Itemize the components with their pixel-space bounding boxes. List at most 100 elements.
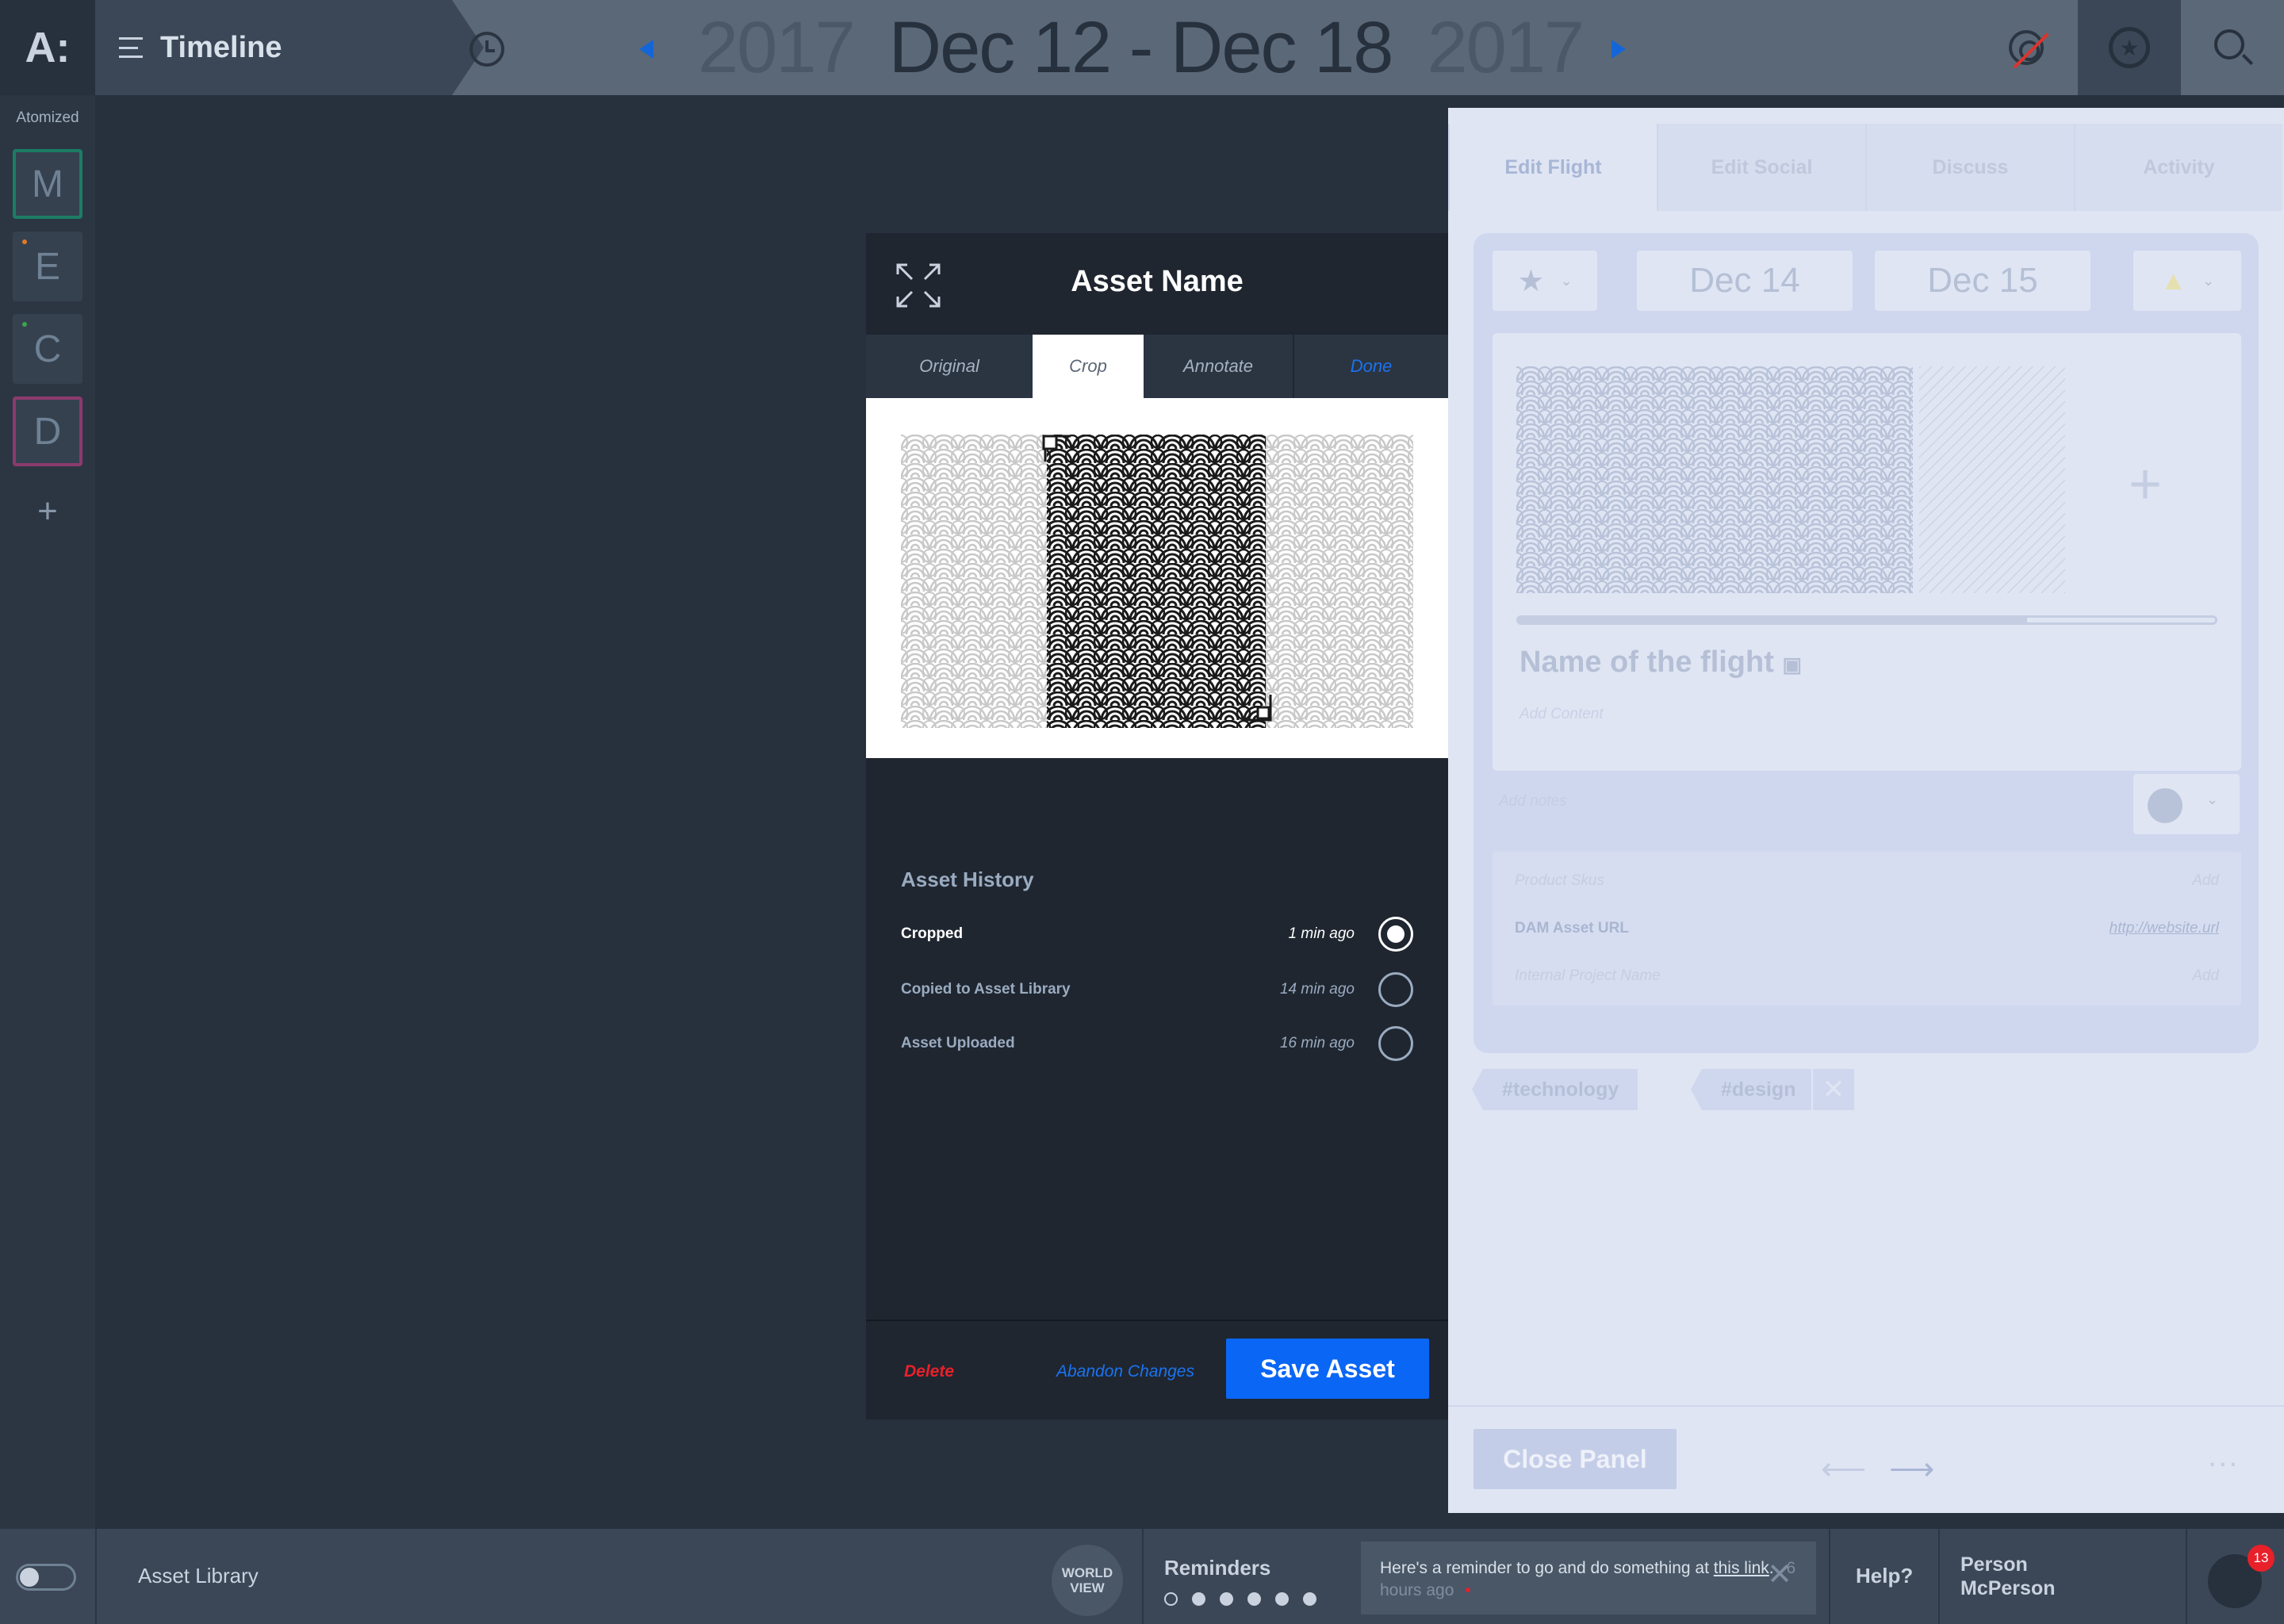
prev-arrow-icon[interactable]: ⟵ <box>1821 1451 1866 1488</box>
pager-dot[interactable] <box>1220 1592 1233 1606</box>
end-date-field[interactable]: Dec 15 <box>1875 251 2090 311</box>
search-button[interactable] <box>2181 0 2284 95</box>
divider <box>1142 1529 1144 1624</box>
tag-design[interactable]: #design <box>1690 1069 1815 1110</box>
asset-editor-modal: Asset Name Original Crop Annotate Done A… <box>866 233 1448 1419</box>
top-right-actions: ★ <box>1975 0 2284 95</box>
reminder-link[interactable]: this link <box>1714 1559 1769 1577</box>
asset-history-title: Asset History <box>901 868 1034 891</box>
avatar <box>2148 788 2182 823</box>
flight-card: ★ ⌄ Dec 14 Dec 15 ▲ ⌄ + Name of the flig… <box>1473 233 2259 1053</box>
pager-dot[interactable] <box>1164 1592 1178 1606</box>
flight-asset-thumbnails[interactable] <box>1516 366 2068 596</box>
flight-name-text: Name of the flight <box>1519 645 1774 679</box>
history-time: 14 min ago <box>1279 981 1355 998</box>
field-value[interactable]: Add <box>2192 872 2219 890</box>
prev-week-icon[interactable] <box>639 40 653 59</box>
history-item-uploaded[interactable]: Asset Uploaded 16 min ago <box>901 1025 1413 1063</box>
filter-toggle[interactable] <box>1975 0 2078 95</box>
divider <box>2186 1529 2187 1624</box>
history-time: 1 min ago <box>1288 925 1355 942</box>
flight-fields: Product Skus Add DAM Asset URL http://webs… <box>1493 852 2241 1005</box>
workspace-c[interactable]: C <box>13 314 82 384</box>
done-button[interactable]: Done <box>1294 335 1448 398</box>
history-icon[interactable] <box>469 32 504 67</box>
user-name[interactable]: Person McPerson <box>1960 1553 2055 1600</box>
flight-meta-row: ★ ⌄ Dec 14 Dec 15 ▲ ⌄ <box>1493 251 2241 311</box>
field-dam-asset-url[interactable]: DAM Asset URL http://website.url <box>1515 920 2219 937</box>
asset-library-link[interactable]: Asset Library <box>138 1564 259 1588</box>
history-item-copied[interactable]: Copied to Asset Library 14 min ago <box>901 971 1413 1009</box>
tab-crop[interactable]: Crop <box>1033 335 1144 398</box>
flight-content: + Name of the flight ▣ Add Content <box>1493 333 2241 771</box>
week-range: Dec 12 - Dec 18 <box>888 6 1394 88</box>
abandon-changes-button[interactable]: Abandon Changes <box>1056 1362 1194 1381</box>
tab-annotate[interactable]: Annotate <box>1144 335 1294 398</box>
tab-edit-flight[interactable]: Edit Flight <box>1448 124 1657 211</box>
workspace-e[interactable]: E <box>13 232 82 301</box>
next-week-icon[interactable] <box>1611 40 1626 59</box>
world-view-button[interactable]: WORLD VIEW <box>1052 1545 1123 1616</box>
star-badge-icon: ★ <box>2109 27 2150 68</box>
next-arrow-icon[interactable]: ⟶ <box>1889 1451 1934 1488</box>
priority-dropdown[interactable]: ▲ ⌄ <box>2133 251 2241 311</box>
start-year: 2017 <box>698 6 856 88</box>
asset-title: Asset Name <box>1071 265 1244 298</box>
assignee-dropdown[interactable]: ⌄ <box>2133 774 2240 834</box>
flight-name[interactable]: Name of the flight ▣ <box>1519 645 1802 680</box>
org-name: Atomized <box>16 109 79 126</box>
pager-dot[interactable] <box>1247 1592 1261 1606</box>
tab-activity[interactable]: Activity <box>2074 124 2282 211</box>
delete-button[interactable]: Delete <box>904 1362 954 1381</box>
add-content-field[interactable]: Add Content <box>1519 706 1604 723</box>
workspace-d[interactable]: D <box>13 396 82 466</box>
start-date-field[interactable]: Dec 14 <box>1637 251 1853 311</box>
add-notes-field[interactable]: Add notes <box>1499 793 1567 810</box>
remove-tag-icon[interactable]: ✕ <box>1811 1069 1854 1110</box>
pager-dot[interactable] <box>1275 1592 1289 1606</box>
close-panel-button[interactable]: Close Panel <box>1473 1429 1677 1489</box>
flight-progress <box>1516 615 2217 625</box>
field-value[interactable]: Add <box>2192 967 2219 985</box>
history-radio[interactable] <box>1378 917 1413 952</box>
workspace-m[interactable]: M <box>13 149 82 219</box>
history-radio[interactable] <box>1378 972 1413 1007</box>
more-options-icon[interactable]: ... <box>2208 1438 2239 1474</box>
status-dot <box>22 322 27 327</box>
warning-icon: ▲ <box>2159 265 2187 296</box>
status-dot <box>22 239 27 244</box>
field-product-skus[interactable]: Product Skus Add <box>1515 872 2219 890</box>
close-icon[interactable]: ✕ <box>1767 1560 1792 1590</box>
badge-toggle[interactable]: ★ <box>2078 0 2181 95</box>
notification-badge[interactable]: 13 <box>2248 1545 2274 1572</box>
app-logo[interactable]: A: <box>0 0 95 95</box>
field-key: Internal Project Name <box>1515 967 1661 984</box>
field-value-link[interactable]: http://website.url <box>2110 920 2219 937</box>
history-radio[interactable] <box>1378 1026 1413 1061</box>
tab-original[interactable]: Original <box>866 335 1033 398</box>
field-internal-project-name[interactable]: Internal Project Name Add <box>1515 967 2219 985</box>
bottom-bar: Asset Library WORLD VIEW Reminders Here'… <box>0 1529 2284 1624</box>
end-year: 2017 <box>1427 6 1585 88</box>
history-item-cropped[interactable]: Cropped 1 min ago <box>901 915 1413 953</box>
tab-discuss[interactable]: Discuss <box>1865 124 2074 211</box>
favorite-dropdown[interactable]: ★ ⌄ <box>1493 251 1597 311</box>
user-first-name: Person <box>1960 1553 2028 1576</box>
search-icon <box>2214 29 2244 59</box>
tab-edit-social[interactable]: Edit Social <box>1657 124 1865 211</box>
target-off-icon <box>2009 30 2044 65</box>
menu-icon[interactable] <box>119 37 143 58</box>
add-asset-icon[interactable]: + <box>2129 452 2162 517</box>
view-toggle[interactable] <box>16 1564 76 1591</box>
save-asset-button[interactable]: Save Asset <box>1226 1339 1429 1399</box>
history-label: Copied to Asset Library <box>901 981 1071 998</box>
add-workspace-button[interactable]: + <box>0 492 95 531</box>
workspace-letter: E <box>34 245 60 288</box>
workspace-letter: C <box>33 327 62 370</box>
help-link[interactable]: Help? <box>1856 1564 1913 1588</box>
tag-technology[interactable]: #technology <box>1471 1069 1638 1110</box>
pager-dot[interactable] <box>1192 1592 1205 1606</box>
asset-image <box>901 435 1413 728</box>
pager-dot[interactable] <box>1303 1592 1316 1606</box>
editor-tabs: Original Crop Annotate Done <box>866 335 1448 398</box>
